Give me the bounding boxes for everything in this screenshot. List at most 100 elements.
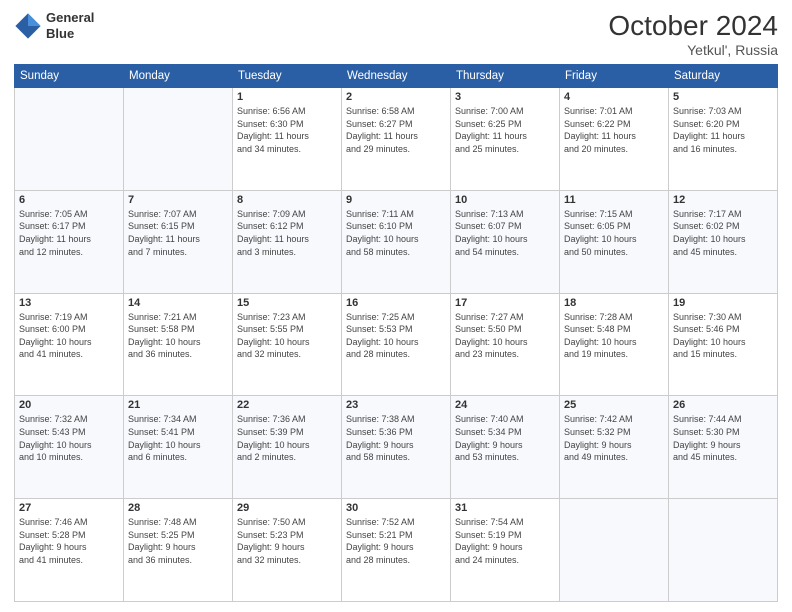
calendar-cell: 18Sunrise: 7:28 AM Sunset: 5:48 PM Dayli…	[560, 293, 669, 396]
weekday-header-row: SundayMondayTuesdayWednesdayThursdayFrid…	[15, 65, 778, 88]
calendar-cell: 10 Sunrise: 7:13 AM Sunset: 6:07 PM Dayli…	[451, 190, 560, 293]
day-info: Sunrise: 7:15 AM Sunset: 6:05 PM Dayligh…	[564, 208, 664, 258]
day-number: 17	[455, 297, 555, 309]
calendar-table: SundayMondayTuesdayWednesdayThursdayFrid…	[14, 64, 778, 602]
calendar-cell: 29 Sunrise: 7:50 AM Sunset: 5:23 PM Dayli…	[233, 499, 342, 602]
day-info: Sunrise: 7:32 AM Sunset: 5:43 PM Dayligh…	[19, 413, 119, 463]
page: General Blue October 2024 Yetkul', Russi…	[0, 0, 792, 612]
day-number: 3	[455, 91, 555, 103]
calendar-cell	[15, 88, 124, 191]
day-info: Sunrise: 7:36 AM Sunset: 5:39 PM Dayligh…	[237, 413, 337, 463]
weekday-header-wednesday: Wednesday	[342, 65, 451, 88]
day-number: 5	[673, 91, 773, 103]
header: General Blue October 2024 Yetkul', Russi…	[14, 10, 778, 58]
day-info: Sunrise: 7:05 AM Sunset: 6:17 PM Dayligh…	[19, 208, 119, 258]
calendar-cell: 9Sunrise: 7:11 AM Sunset: 6:10 PM Daylig…	[342, 190, 451, 293]
calendar-cell: 19 Sunrise: 7:30 AM Sunset: 5:46 PM Dayli…	[669, 293, 778, 396]
calendar-cell: 23Sunrise: 7:38 AM Sunset: 5:36 PM Dayli…	[342, 396, 451, 499]
day-info: Sunrise: 6:58 AM Sunset: 6:27 PM Dayligh…	[346, 105, 446, 155]
calendar-body: 1 Sunrise: 6:56 AM Sunset: 6:30 PM Daylig…	[15, 88, 778, 602]
day-info: Sunrise: 7:25 AM Sunset: 5:53 PM Dayligh…	[346, 311, 446, 361]
day-number: 6	[19, 194, 119, 206]
day-number: 22	[237, 399, 337, 411]
day-number: 18	[564, 297, 664, 309]
calendar-cell	[560, 499, 669, 602]
logo: General Blue	[14, 10, 94, 41]
day-number: 21	[128, 399, 228, 411]
calendar-cell: 14 Sunrise: 7:21 AM Sunset: 5:58 PM Dayli…	[124, 293, 233, 396]
day-info: Sunrise: 7:30 AM Sunset: 5:46 PM Dayligh…	[673, 311, 773, 361]
calendar-cell: 26 Sunrise: 7:44 AM Sunset: 5:30 PM Dayli…	[669, 396, 778, 499]
logo-icon	[14, 12, 42, 40]
day-info: Sunrise: 7:50 AM Sunset: 5:23 PM Dayligh…	[237, 516, 337, 566]
day-number: 10	[455, 194, 555, 206]
calendar-cell: 31 Sunrise: 7:54 AM Sunset: 5:19 PM Dayli…	[451, 499, 560, 602]
day-number: 27	[19, 502, 119, 514]
weekday-header-monday: Monday	[124, 65, 233, 88]
day-info: Sunrise: 7:44 AM Sunset: 5:30 PM Dayligh…	[673, 413, 773, 463]
week-row-3: 13Sunrise: 7:19 AM Sunset: 6:00 PM Dayli…	[15, 293, 778, 396]
day-info: Sunrise: 7:00 AM Sunset: 6:25 PM Dayligh…	[455, 105, 555, 155]
calendar-cell: 1 Sunrise: 6:56 AM Sunset: 6:30 PM Daylig…	[233, 88, 342, 191]
day-info: Sunrise: 7:17 AM Sunset: 6:02 PM Dayligh…	[673, 208, 773, 258]
day-info: Sunrise: 7:42 AM Sunset: 5:32 PM Dayligh…	[564, 413, 664, 463]
day-number: 13	[19, 297, 119, 309]
weekday-header-saturday: Saturday	[669, 65, 778, 88]
day-number: 14	[128, 297, 228, 309]
day-number: 20	[19, 399, 119, 411]
day-info: Sunrise: 7:13 AM Sunset: 6:07 PM Dayligh…	[455, 208, 555, 258]
calendar-cell: 22 Sunrise: 7:36 AM Sunset: 5:39 PM Dayli…	[233, 396, 342, 499]
month-title: October 2024	[608, 10, 778, 42]
day-number: 1	[237, 91, 337, 103]
day-number: 26	[673, 399, 773, 411]
calendar-cell: 27 Sunrise: 7:46 AM Sunset: 5:28 PM Dayli…	[15, 499, 124, 602]
day-info: Sunrise: 7:40 AM Sunset: 5:34 PM Dayligh…	[455, 413, 555, 463]
location-subtitle: Yetkul', Russia	[608, 42, 778, 58]
day-info: Sunrise: 7:01 AM Sunset: 6:22 PM Dayligh…	[564, 105, 664, 155]
calendar-cell: 13Sunrise: 7:19 AM Sunset: 6:00 PM Dayli…	[15, 293, 124, 396]
week-row-5: 27 Sunrise: 7:46 AM Sunset: 5:28 PM Dayli…	[15, 499, 778, 602]
day-info: Sunrise: 7:07 AM Sunset: 6:15 PM Dayligh…	[128, 208, 228, 258]
calendar-cell: 24 Sunrise: 7:40 AM Sunset: 5:34 PM Dayli…	[451, 396, 560, 499]
day-number: 9	[346, 194, 446, 206]
week-row-4: 20 Sunrise: 7:32 AM Sunset: 5:43 PM Dayli…	[15, 396, 778, 499]
calendar-cell: 21 Sunrise: 7:34 AM Sunset: 5:41 PM Dayli…	[124, 396, 233, 499]
day-info: Sunrise: 7:23 AM Sunset: 5:55 PM Dayligh…	[237, 311, 337, 361]
day-number: 8	[237, 194, 337, 206]
day-info: Sunrise: 7:34 AM Sunset: 5:41 PM Dayligh…	[128, 413, 228, 463]
calendar-cell: 15 Sunrise: 7:23 AM Sunset: 5:55 PM Dayli…	[233, 293, 342, 396]
calendar-cell: 3 Sunrise: 7:00 AM Sunset: 6:25 PM Daylig…	[451, 88, 560, 191]
day-number: 7	[128, 194, 228, 206]
calendar-cell	[669, 499, 778, 602]
day-number: 19	[673, 297, 773, 309]
day-info: Sunrise: 7:09 AM Sunset: 6:12 PM Dayligh…	[237, 208, 337, 258]
day-info: Sunrise: 6:56 AM Sunset: 6:30 PM Dayligh…	[237, 105, 337, 155]
calendar-cell: 11Sunrise: 7:15 AM Sunset: 6:05 PM Dayli…	[560, 190, 669, 293]
day-info: Sunrise: 7:46 AM Sunset: 5:28 PM Dayligh…	[19, 516, 119, 566]
day-info: Sunrise: 7:52 AM Sunset: 5:21 PM Dayligh…	[346, 516, 446, 566]
week-row-1: 1 Sunrise: 6:56 AM Sunset: 6:30 PM Daylig…	[15, 88, 778, 191]
day-number: 2	[346, 91, 446, 103]
week-row-2: 6 Sunrise: 7:05 AM Sunset: 6:17 PM Daylig…	[15, 190, 778, 293]
weekday-header-friday: Friday	[560, 65, 669, 88]
calendar-cell: 6 Sunrise: 7:05 AM Sunset: 6:17 PM Daylig…	[15, 190, 124, 293]
day-number: 28	[128, 502, 228, 514]
calendar-cell: 17 Sunrise: 7:27 AM Sunset: 5:50 PM Dayli…	[451, 293, 560, 396]
day-number: 30	[346, 502, 446, 514]
day-number: 31	[455, 502, 555, 514]
day-info: Sunrise: 7:27 AM Sunset: 5:50 PM Dayligh…	[455, 311, 555, 361]
day-info: Sunrise: 7:54 AM Sunset: 5:19 PM Dayligh…	[455, 516, 555, 566]
day-info: Sunrise: 7:48 AM Sunset: 5:25 PM Dayligh…	[128, 516, 228, 566]
day-number: 25	[564, 399, 664, 411]
day-number: 29	[237, 502, 337, 514]
calendar-cell: 8 Sunrise: 7:09 AM Sunset: 6:12 PM Daylig…	[233, 190, 342, 293]
calendar-cell: 2 Sunrise: 6:58 AM Sunset: 6:27 PM Daylig…	[342, 88, 451, 191]
calendar-cell: 12Sunrise: 7:17 AM Sunset: 6:02 PM Dayli…	[669, 190, 778, 293]
day-number: 24	[455, 399, 555, 411]
calendar-cell: 20 Sunrise: 7:32 AM Sunset: 5:43 PM Dayli…	[15, 396, 124, 499]
day-number: 15	[237, 297, 337, 309]
weekday-header-sunday: Sunday	[15, 65, 124, 88]
day-info: Sunrise: 7:21 AM Sunset: 5:58 PM Dayligh…	[128, 311, 228, 361]
day-number: 16	[346, 297, 446, 309]
calendar-cell	[124, 88, 233, 191]
